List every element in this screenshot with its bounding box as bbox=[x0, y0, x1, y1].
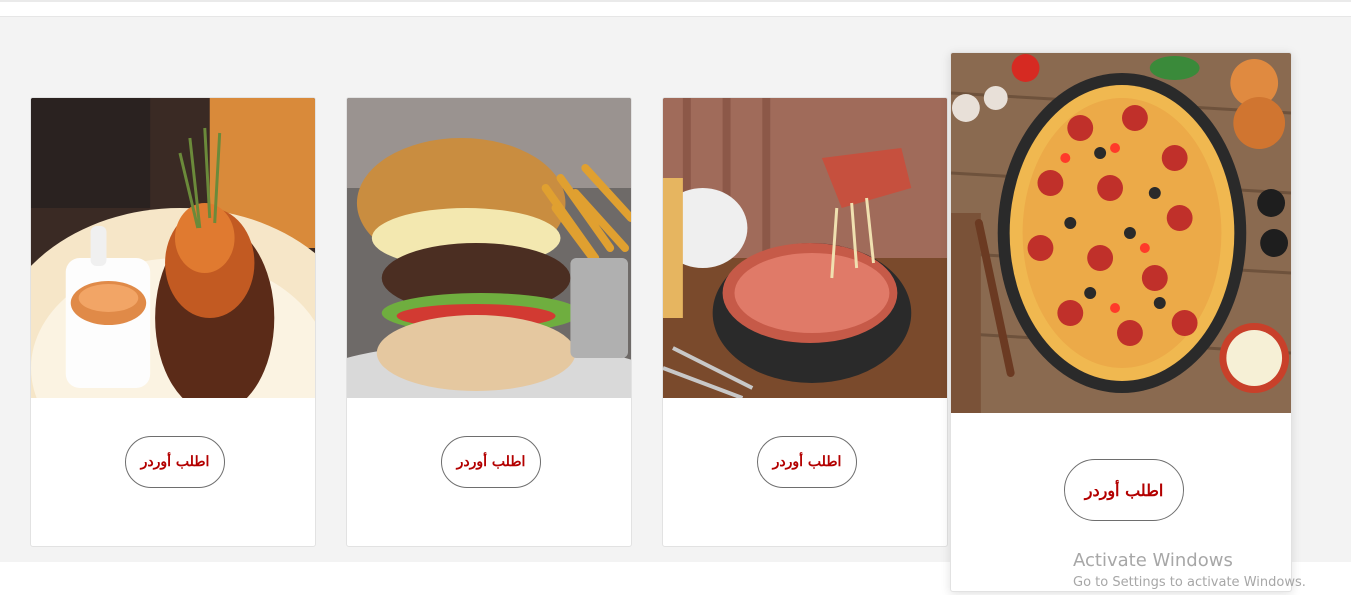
order-button[interactable]: اطلب أوردر bbox=[441, 436, 541, 488]
order-button[interactable]: اطلب أوردر bbox=[1064, 459, 1184, 521]
burger-and-fries-image bbox=[347, 98, 631, 398]
grilled-meat-dish-image bbox=[31, 98, 315, 398]
menu-card-grilled-meat: اطلب أوردر bbox=[30, 97, 316, 547]
menu-card-pepperoni-pizza: اطلب أوردر bbox=[950, 52, 1292, 592]
pepperoni-pizza-image bbox=[951, 53, 1291, 413]
top-bar-divider bbox=[0, 0, 1351, 17]
deep-dish-pizza-image bbox=[663, 98, 947, 398]
menu-card-burger: اطلب أوردر bbox=[346, 97, 632, 547]
menu-card-deep-dish-pizza: اطلب أوردر bbox=[662, 97, 948, 547]
order-button[interactable]: اطلب أوردر bbox=[757, 436, 857, 488]
order-button[interactable]: اطلب أوردر bbox=[125, 436, 225, 488]
